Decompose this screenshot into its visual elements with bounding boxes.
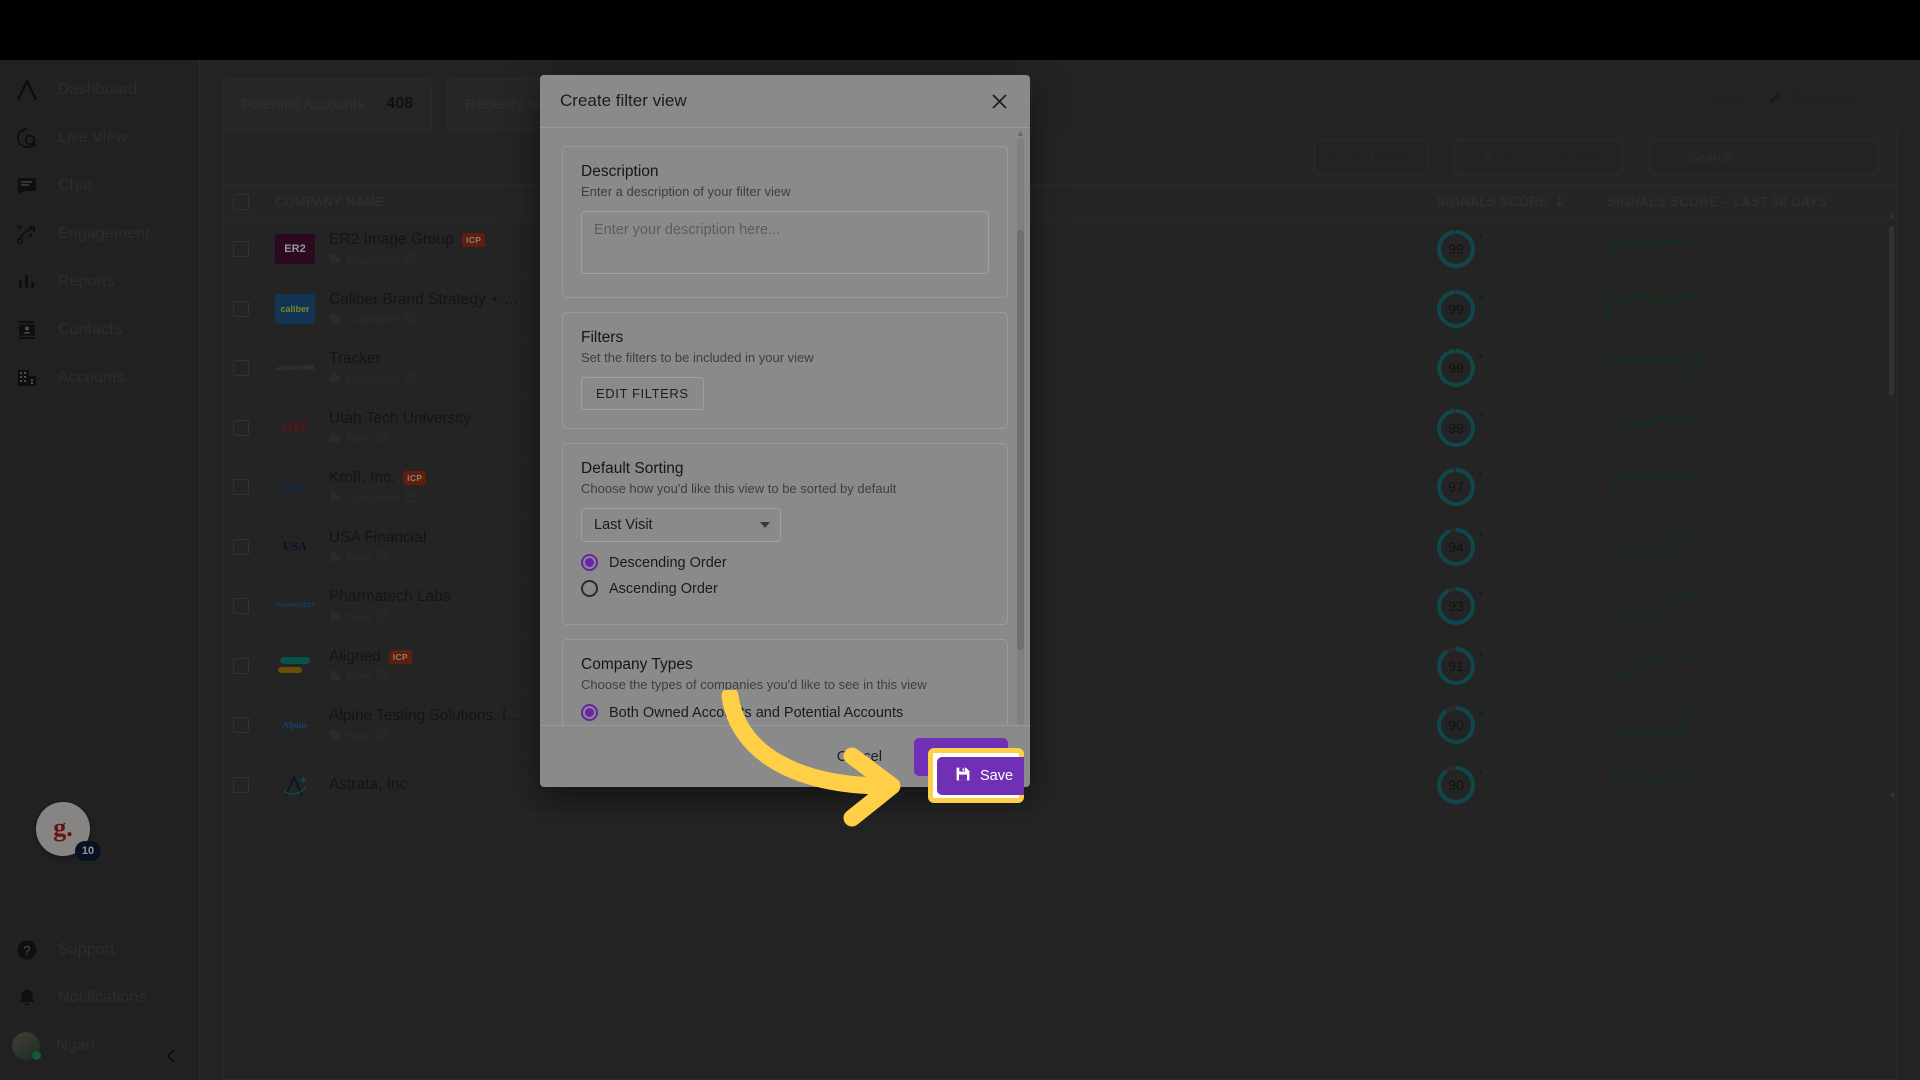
modal-title: Create filter view — [560, 91, 687, 110]
description-title: Description — [581, 163, 659, 180]
radio-indicator — [581, 554, 598, 571]
create-filter-view-modal: Create filter view Description Enter a d… — [540, 75, 1030, 787]
edit-filters-button[interactable]: EDIT FILTERS — [581, 377, 704, 410]
radio-ascending-order[interactable]: Ascending Order — [581, 580, 989, 597]
company-types-title: Company Types — [581, 656, 693, 673]
chevron-down-icon — [760, 522, 770, 528]
radio-both-accounts[interactable]: Both Owned Accounts and Potential Accoun… — [581, 704, 989, 721]
radio-indicator — [581, 580, 598, 597]
section-company-types: Company Types Choose the types of compan… — [562, 639, 1008, 725]
sorting-title: Default Sorting — [581, 460, 684, 477]
radio-indicator — [581, 704, 598, 721]
section-default-sorting: Default Sorting Choose how you'd like th… — [562, 443, 1008, 625]
modal-scroll-up-arrow[interactable]: ▲ — [1016, 128, 1025, 138]
company-types-subtitle: Choose the types of companies you'd like… — [581, 677, 927, 692]
description-input[interactable] — [581, 211, 989, 274]
sorting-subtitle: Choose how you'd like this view to be so… — [581, 481, 897, 496]
close-icon[interactable] — [986, 88, 1012, 114]
cancel-button[interactable]: Cancel — [819, 739, 900, 775]
filters-subtitle: Set the filters to be included in your v… — [581, 350, 814, 365]
section-filters: Filters Set the filters to be included i… — [562, 312, 1008, 429]
modal-header: Create filter view — [540, 75, 1030, 127]
modal-scrollbar-thumb[interactable] — [1017, 230, 1024, 650]
filters-title: Filters — [581, 329, 624, 346]
section-description: Description Enter a description of your … — [562, 146, 1008, 298]
radio-descending-order[interactable]: Descending Order — [581, 554, 989, 571]
modal-scrollbar[interactable]: ▲ ▼ — [1016, 128, 1025, 725]
screen: Dashboard Live View Chat Engagement Repo… — [0, 0, 1920, 1080]
sort-field-select[interactable]: Last Visit — [581, 508, 781, 542]
radio-label: Descending Order — [609, 554, 727, 571]
sort-field-value: Last Visit — [594, 517, 653, 533]
description-subtitle: Enter a description of your filter view — [581, 184, 791, 199]
modal-body: Description Enter a description of your … — [540, 127, 1030, 725]
save-button-highlight — [928, 748, 1024, 803]
radio-label: Both Owned Accounts and Potential Accoun… — [609, 704, 904, 721]
radio-label: Ascending Order — [609, 580, 718, 597]
